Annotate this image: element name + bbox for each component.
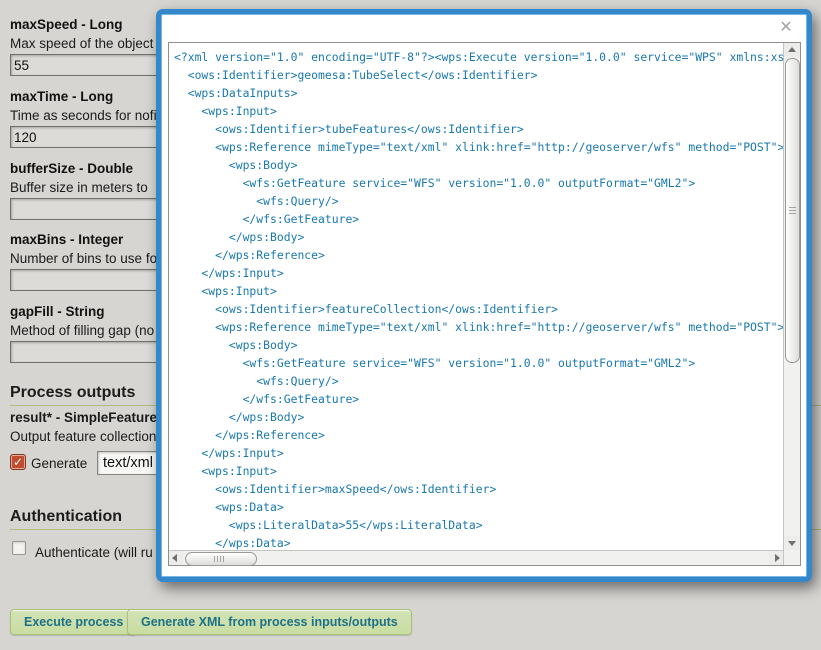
xml-line: </wfs:GetFeature> <box>174 210 783 228</box>
xml-line: <wps:Body> <box>174 156 783 174</box>
scroll-up-button[interactable] <box>784 43 800 57</box>
result-description: Output feature collection <box>10 429 156 444</box>
xml-line: </wps:Body> <box>174 408 783 426</box>
xml-line: <wps:Reference mimeType="text/xml" xlink… <box>174 138 783 156</box>
xml-line: <ows:Identifier>featureCollection</ows:I… <box>174 300 783 318</box>
xml-line: <wps:Body> <box>174 336 783 354</box>
scroll-down-icon <box>788 541 796 546</box>
scroll-right-icon <box>775 554 780 562</box>
field-description-gapfill: Method of filling gap (no <box>10 322 154 339</box>
authenticate-checkbox[interactable] <box>12 541 26 555</box>
scroll-left-icon <box>172 554 177 562</box>
xml-code: <?xml version="1.0" encoding="UTF-8"?><w… <box>169 43 783 550</box>
field-description-buffersize: Buffer size in meters to <box>10 179 148 196</box>
generate-xml-button[interactable]: Generate XML from process inputs/outputs <box>127 609 412 635</box>
authenticate-checkbox-label: Authenticate (will ru <box>35 545 153 560</box>
xml-line: </wps:Reference> <box>174 246 783 264</box>
execute-process-button[interactable]: Execute process <box>10 609 137 635</box>
xml-line: <wps:Input> <box>174 102 783 120</box>
xml-line: <wps:Input> <box>174 462 783 480</box>
horizontal-scrollbar-thumb[interactable] <box>185 552 257 566</box>
xml-line: <?xml version="1.0" encoding="UTF-8"?><w… <box>174 48 783 66</box>
xml-line: <wps:LiteralData>55</wps:LiteralData> <box>174 516 783 534</box>
close-icon[interactable]: ✕ <box>777 18 795 36</box>
xml-line: <wps:Reference mimeType="text/xml" xlink… <box>174 318 783 336</box>
xml-line: <wps:Input> <box>174 282 783 300</box>
vertical-scrollbar[interactable] <box>783 43 800 565</box>
scroll-up-icon <box>788 47 796 52</box>
xml-line: </wfs:GetFeature> <box>174 390 783 408</box>
xml-line: </wps:Body> <box>174 228 783 246</box>
xml-dialog: ✕ <?xml version="1.0" encoding="UTF-8"?>… <box>156 9 812 582</box>
xml-line: <wfs:GetFeature service="WFS" version="1… <box>174 174 783 192</box>
xml-line: <wfs:Query/> <box>174 372 783 390</box>
generate-checkbox[interactable]: ✓ <box>10 454 26 470</box>
xml-line: </wps:Input> <box>174 264 783 282</box>
scroll-left-button[interactable] <box>169 551 183 565</box>
thumb-grip-icon <box>214 556 224 562</box>
thumb-grip-icon <box>789 207 796 215</box>
xml-line: <ows:Identifier>tubeFeatures</ows:Identi… <box>174 120 783 138</box>
generate-checkbox-label: Generate <box>31 456 87 471</box>
vertical-scrollbar-thumb[interactable] <box>785 58 800 363</box>
xml-line: <ows:Identifier>maxSpeed</ows:Identifier… <box>174 480 783 498</box>
horizontal-scrollbar[interactable] <box>169 550 783 565</box>
scroll-down-button[interactable] <box>784 536 800 550</box>
scroll-right-button[interactable] <box>769 551 783 565</box>
xml-code-panel: <?xml version="1.0" encoding="UTF-8"?><w… <box>168 42 801 566</box>
xml-line: </wps:Data> <box>174 534 783 550</box>
xml-line: </wps:Input> <box>174 444 783 462</box>
field-description-maxtime: Time as seconds for nofi <box>10 107 157 124</box>
xml-line: <wps:DataInputs> <box>174 84 783 102</box>
field-description-maxspeed: Max speed of the object <box>10 35 153 52</box>
xml-line: <ows:Identifier>geomesa:TubeSelect</ows:… <box>174 66 783 84</box>
xml-line: <wps:Data> <box>174 498 783 516</box>
field-description-maxbins: Number of bins to use fo <box>10 250 157 267</box>
xml-line: <wfs:GetFeature service="WFS" version="1… <box>174 354 783 372</box>
xml-line: </wps:Reference> <box>174 426 783 444</box>
xml-line: <wfs:Query/> <box>174 192 783 210</box>
result-label: result* - SimpleFeature <box>10 410 157 425</box>
